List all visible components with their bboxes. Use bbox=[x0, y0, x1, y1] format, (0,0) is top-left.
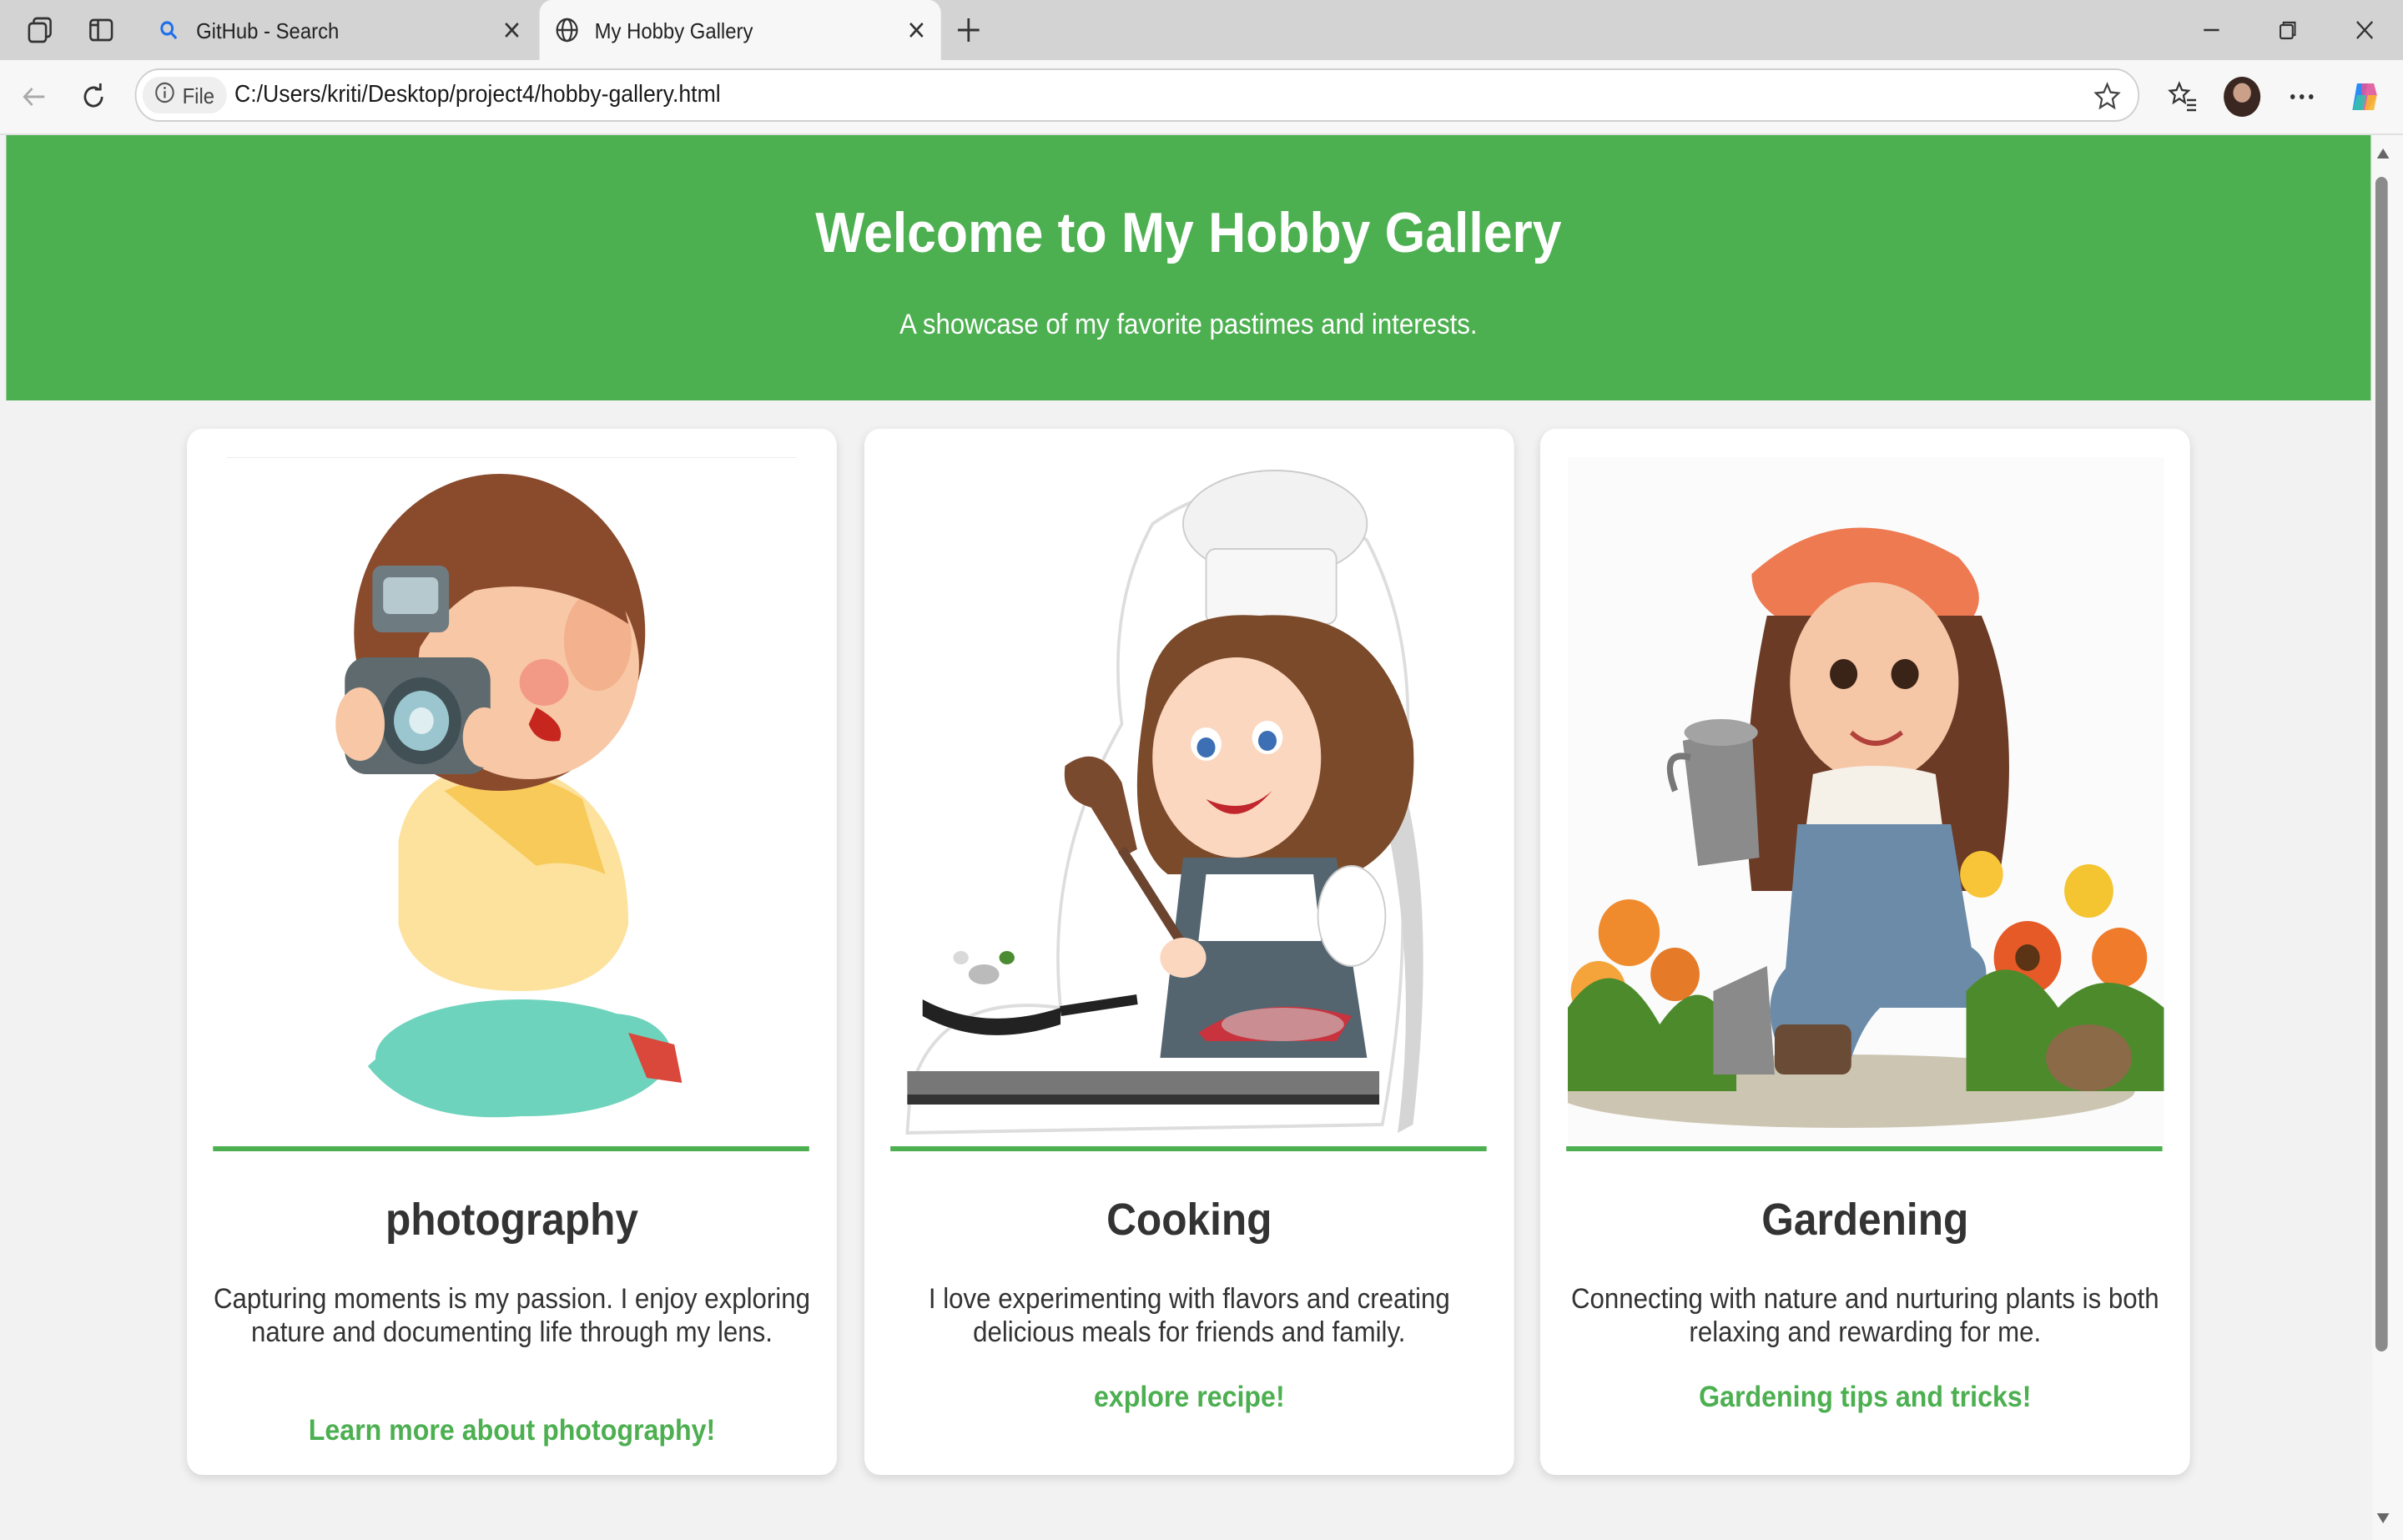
card-divider bbox=[213, 1146, 809, 1151]
card-description: I love experimenting with flavors and cr… bbox=[928, 1283, 1450, 1348]
page-title: Welcome to My Hobby Gallery bbox=[815, 202, 1562, 265]
url-text[interactable]: C:/Users/kriti/Desktop/project4/hobby-ga… bbox=[234, 82, 721, 108]
girl-with-camera-illustration bbox=[214, 457, 810, 1145]
scrollbar-thumb[interactable] bbox=[2375, 177, 2388, 1351]
web-page: Welcome to My Hobby Gallery A showcase o… bbox=[6, 135, 2371, 1540]
hobby-card-cooking: Cooking I love experimenting with flavor… bbox=[864, 429, 1514, 1475]
card-link[interactable]: explore recipe! bbox=[864, 1380, 1514, 1415]
card-divider bbox=[890, 1146, 1487, 1151]
refresh-icon[interactable] bbox=[72, 73, 114, 120]
tab-github-search[interactable]: GitHub - Search bbox=[141, 0, 537, 60]
new-tab-button[interactable] bbox=[947, 7, 990, 53]
browser-toolbar: File C:/Users/kriti/Desktop/project4/hob… bbox=[0, 60, 2403, 135]
close-window-button[interactable] bbox=[2326, 0, 2403, 60]
browser-tab-bar: GitHub - Search My Hobby Gallery bbox=[0, 0, 2403, 60]
tab-my-hobby-gallery[interactable]: My Hobby Gallery bbox=[539, 0, 941, 60]
workspaces-icon[interactable] bbox=[18, 7, 61, 53]
globe-icon bbox=[555, 17, 579, 43]
card-title: photography bbox=[385, 1195, 638, 1245]
scheme-label: File bbox=[182, 83, 215, 108]
hobby-card-gardening: Gardening Connecting with nature and nur… bbox=[1539, 429, 2190, 1475]
info-icon bbox=[155, 82, 175, 108]
more-options-icon[interactable] bbox=[2280, 73, 2323, 120]
tab-label: GitHub - Search bbox=[196, 18, 340, 43]
close-icon[interactable] bbox=[904, 17, 929, 43]
favorite-star-icon[interactable] bbox=[2088, 77, 2125, 117]
search-icon bbox=[156, 17, 180, 43]
close-icon[interactable] bbox=[500, 17, 524, 43]
vertical-tabs-icon[interactable] bbox=[80, 7, 123, 53]
profile-avatar[interactable] bbox=[2224, 77, 2261, 117]
card-title: Gardening bbox=[1761, 1195, 1969, 1245]
gardener-girl-illustration bbox=[1567, 457, 2164, 1145]
site-info-chip[interactable]: File bbox=[142, 77, 227, 113]
card-link[interactable]: Learn more about photography! bbox=[187, 1413, 837, 1448]
address-bar[interactable]: File C:/Users/kriti/Desktop/project4/hob… bbox=[134, 68, 2140, 122]
card-description: Capturing moments is my passion. I enjoy… bbox=[213, 1283, 810, 1348]
hobby-card-photography: photography Capturing moments is my pass… bbox=[187, 429, 837, 1475]
back-arrow-icon[interactable] bbox=[13, 73, 55, 120]
card-link[interactable]: Gardening tips and tricks! bbox=[1540, 1380, 2190, 1415]
scroll-down-arrow-icon[interactable] bbox=[2375, 1510, 2390, 1527]
card-divider bbox=[1566, 1146, 2163, 1151]
minimize-button[interactable] bbox=[2173, 0, 2249, 60]
card-title: Cooking bbox=[1106, 1195, 1272, 1245]
scroll-up-arrow-icon[interactable] bbox=[2375, 145, 2390, 162]
favorites-icon[interactable] bbox=[2161, 73, 2204, 120]
card-description: Connecting with nature and nurturing pla… bbox=[1570, 1283, 2159, 1348]
restore-button[interactable] bbox=[2249, 0, 2326, 60]
page-subtitle: A showcase of my favorite pastimes and i… bbox=[899, 309, 1478, 340]
hero-banner: Welcome to My Hobby Gallery A showcase o… bbox=[6, 135, 2371, 400]
tab-label: My Hobby Gallery bbox=[594, 18, 753, 43]
copilot-icon[interactable] bbox=[2343, 73, 2385, 120]
chef-girl-illustration bbox=[892, 457, 1488, 1145]
